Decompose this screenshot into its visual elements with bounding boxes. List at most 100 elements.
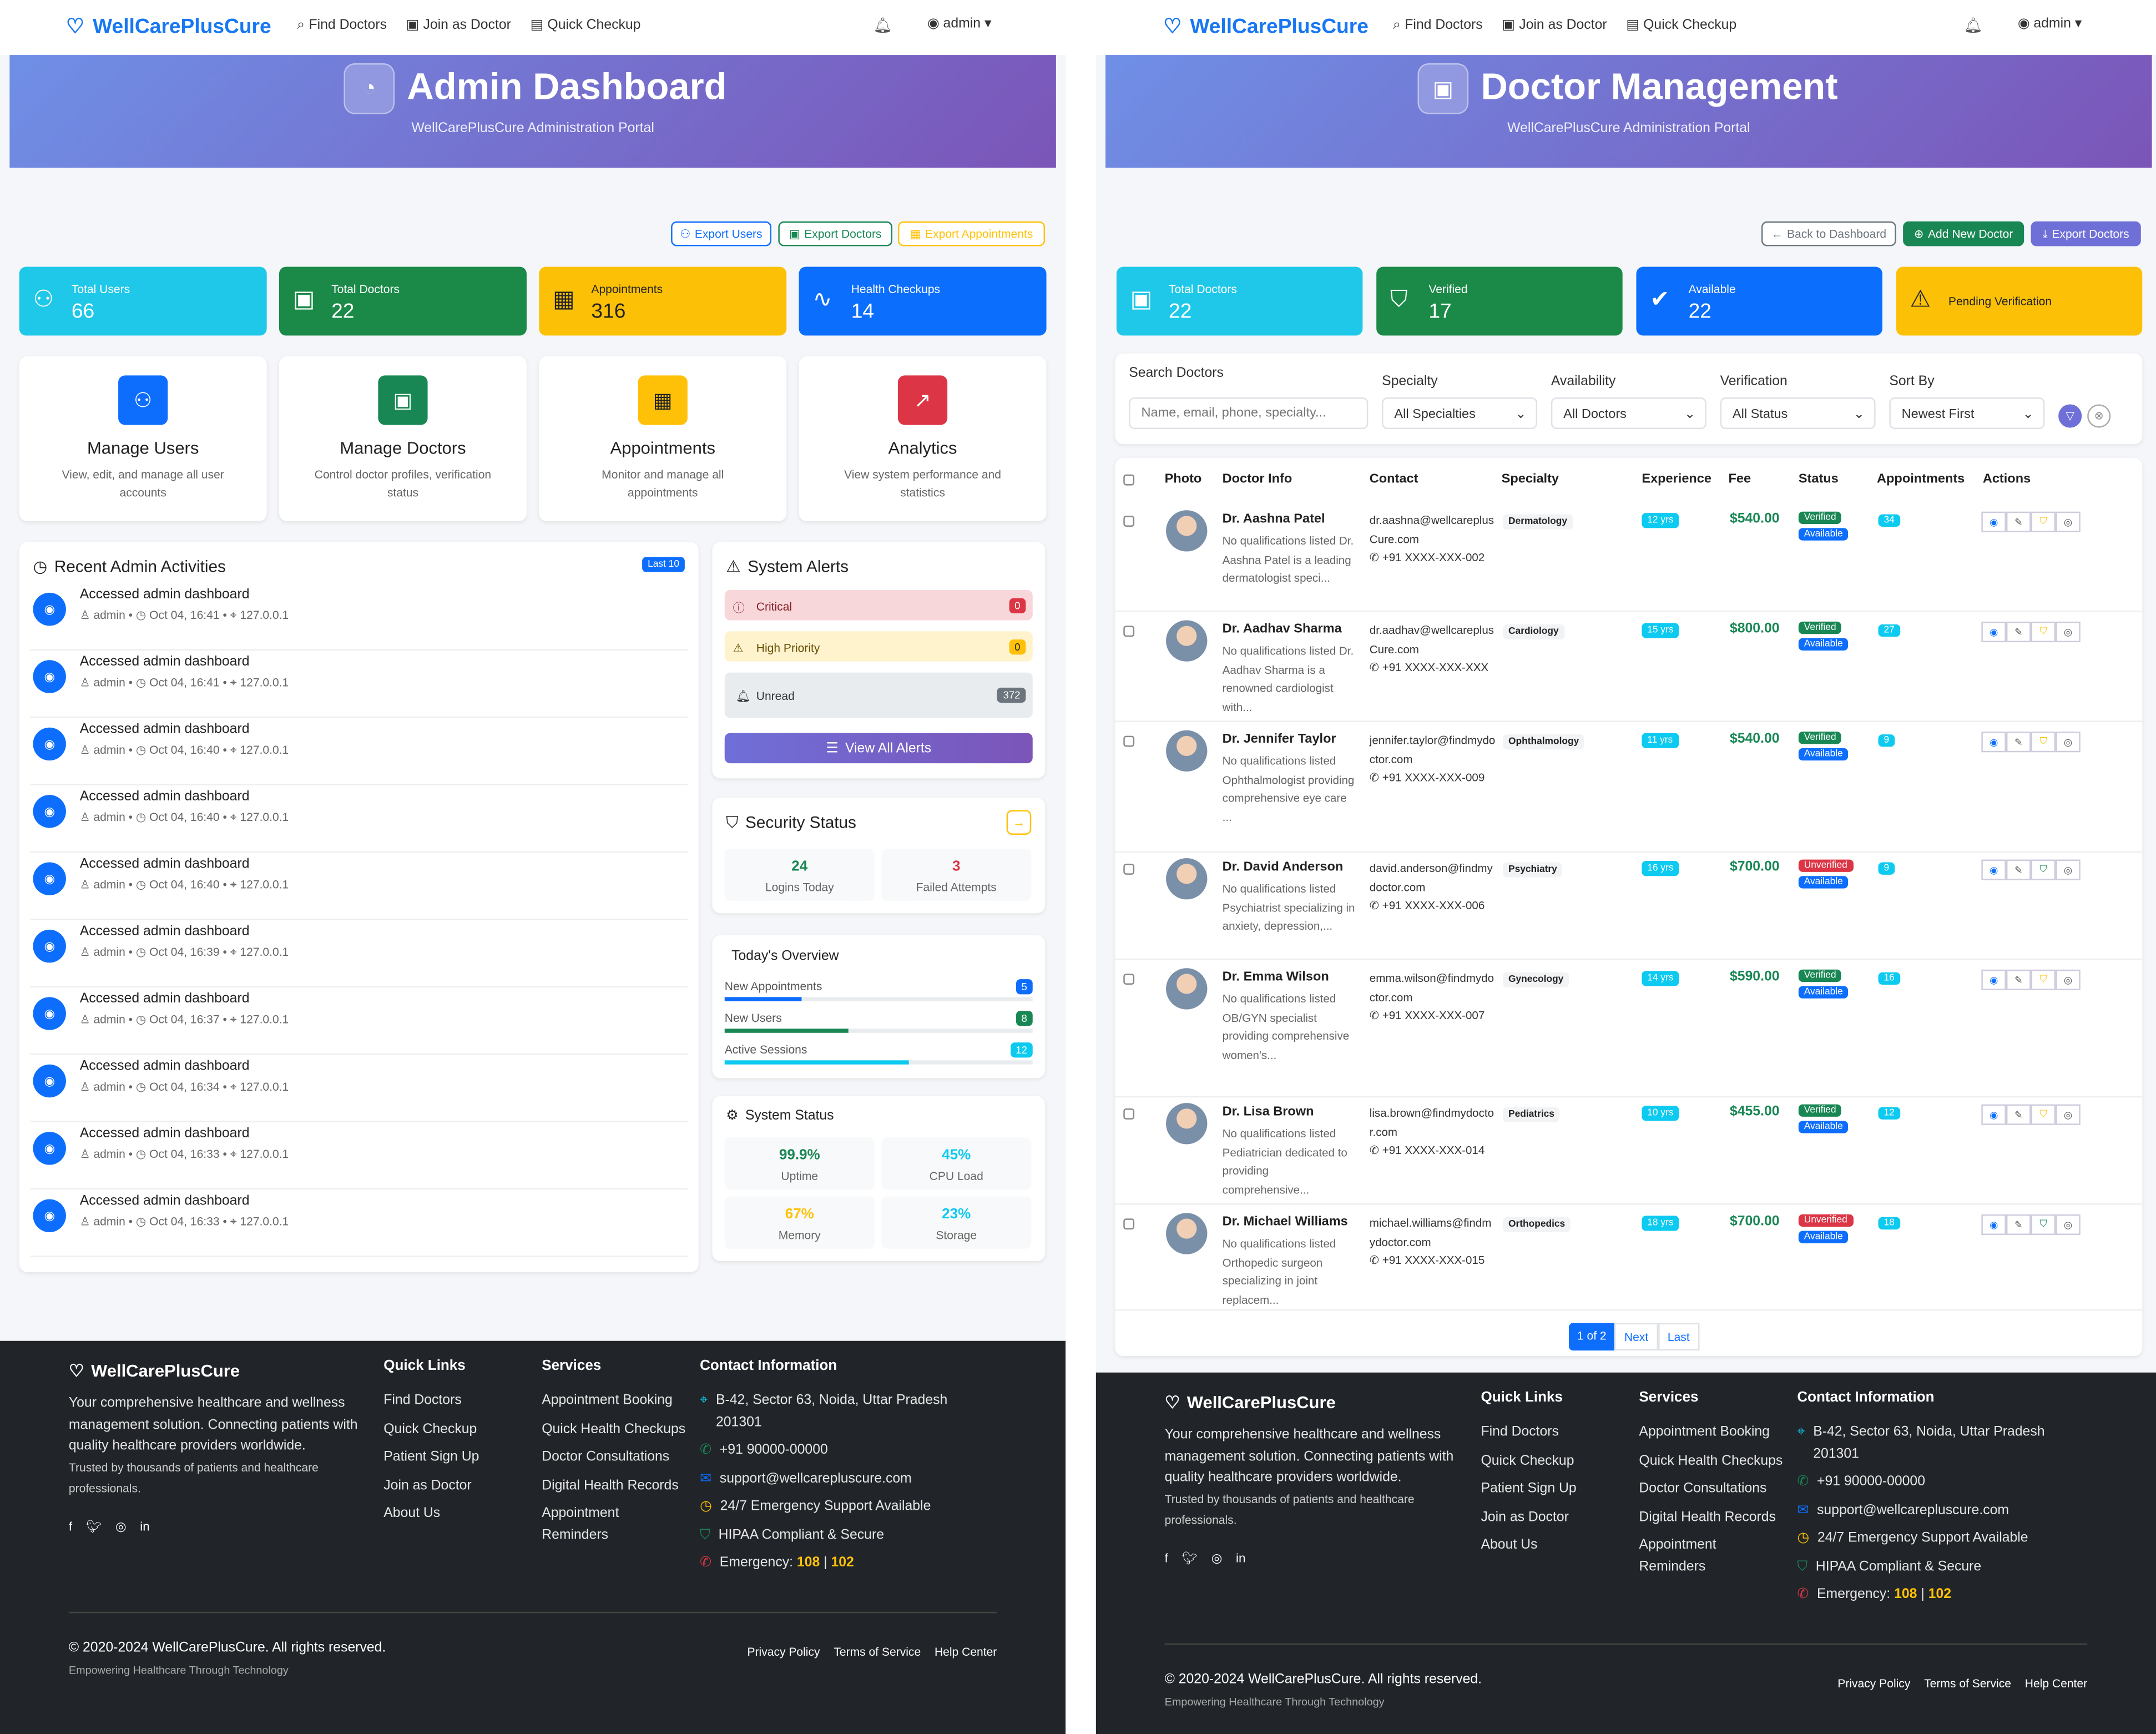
footer-brand[interactable]: ♡ WellCarePlusCure bbox=[69, 1360, 240, 1381]
linkedin-icon[interactable]: in bbox=[140, 1520, 149, 1535]
help-center-link[interactable]: Help Center bbox=[935, 1645, 997, 1659]
footer-link[interactable]: Digital Health Records bbox=[542, 1475, 686, 1496]
view-eye-icon[interactable]: ◉ bbox=[1981, 969, 2006, 990]
shield-icon[interactable]: ⛉ bbox=[2031, 969, 2056, 990]
terms-link[interactable]: Terms of Service bbox=[1924, 1676, 2011, 1690]
footer-link[interactable]: Digital Health Records bbox=[1639, 1506, 1783, 1528]
instagram-icon[interactable]: ◎ bbox=[1211, 1551, 1222, 1566]
page-last[interactable]: Last bbox=[1658, 1323, 1700, 1351]
help-center-link[interactable]: Help Center bbox=[2025, 1676, 2087, 1690]
shield-icon[interactable]: ⛉ bbox=[2031, 621, 2056, 643]
footer-link[interactable]: Find Doctors bbox=[383, 1390, 528, 1412]
nav-join-as-doctor[interactable]: ▣ Join as Doctor bbox=[1502, 18, 1607, 33]
doctor-name[interactable]: Dr. Aadhav Sharma bbox=[1223, 622, 1342, 637]
footer-link[interactable]: About Us bbox=[383, 1503, 528, 1524]
view-eye-icon[interactable]: ◉ bbox=[1981, 621, 2006, 643]
instagram-icon[interactable]: ◎ bbox=[115, 1520, 126, 1535]
edit-pencil-icon[interactable]: ✎ bbox=[2006, 732, 2031, 753]
view-eye-icon[interactable]: ◉ bbox=[1981, 859, 2006, 880]
edit-pencil-icon[interactable]: ✎ bbox=[2006, 859, 2031, 880]
toggle-icon[interactable]: ◎ bbox=[2056, 1214, 2081, 1235]
footer-brand[interactable]: ♡ WellCarePlusCure bbox=[1165, 1392, 1336, 1413]
high-priority-alerts-row[interactable]: ⚠ High Priority 0 bbox=[724, 631, 1033, 662]
nav-quick-checkup[interactable]: ▤ Quick Checkup bbox=[1626, 18, 1736, 33]
arrow-right-icon[interactable]: → bbox=[1006, 810, 1032, 835]
export-doctors-button[interactable]: ⤓ Export Doctors bbox=[2031, 221, 2141, 246]
add-new-doctor-button[interactable]: ⊕ Add New Doctor bbox=[1903, 221, 2024, 246]
row-checkbox[interactable] bbox=[1123, 626, 1135, 637]
toggle-icon[interactable]: ◎ bbox=[2056, 732, 2081, 753]
footer-link[interactable]: Quick Checkup bbox=[383, 1419, 528, 1440]
doctor-name[interactable]: Dr. Lisa Brown bbox=[1223, 1105, 1314, 1120]
manage-users-card[interactable]: ⚇ Manage Users View, edit, and manage all … bbox=[19, 356, 267, 522]
sort-select[interactable]: Newest First ⌄ bbox=[1889, 397, 2045, 430]
filter-icon[interactable]: ▽ bbox=[2058, 404, 2082, 428]
appointments-card[interactable]: ▦ Appointments Monitor and manage all appo… bbox=[539, 356, 787, 522]
view-eye-icon[interactable]: ◉ bbox=[1981, 1214, 2006, 1235]
verification-select[interactable]: All Status ⌄ bbox=[1720, 397, 1876, 430]
availability-select[interactable]: All Doctors ⌄ bbox=[1551, 397, 1706, 430]
shield-icon[interactable]: ⛉ bbox=[2031, 1104, 2056, 1125]
manage-doctors-card[interactable]: ▣ Manage Doctors Control doctor profiles, … bbox=[279, 356, 527, 522]
doctor-name[interactable]: Dr. David Anderson bbox=[1223, 860, 1344, 875]
footer-link[interactable]: Patient Sign Up bbox=[383, 1447, 528, 1468]
toggle-icon[interactable]: ◎ bbox=[2056, 859, 2081, 880]
export-users-button[interactable]: ⚇ Export Users bbox=[671, 221, 771, 246]
footer-link[interactable]: Quick Checkup bbox=[1481, 1450, 1625, 1471]
toggle-icon[interactable]: ◎ bbox=[2056, 511, 2081, 532]
twitter-icon[interactable]: 🐦︎ bbox=[1182, 1551, 1198, 1566]
footer-link[interactable]: Doctor Consultations bbox=[542, 1447, 686, 1468]
footer-link[interactable]: Join as Doctor bbox=[1481, 1506, 1625, 1528]
critical-alerts-row[interactable]: ⓘ Critical 0 bbox=[724, 589, 1033, 621]
row-checkbox[interactable] bbox=[1123, 735, 1135, 747]
footer-link[interactable]: Find Doctors bbox=[1481, 1422, 1625, 1443]
view-all-alerts-button[interactable]: ☰ View All Alerts bbox=[724, 733, 1033, 764]
toggle-icon[interactable]: ◎ bbox=[2056, 1104, 2081, 1125]
terms-link[interactable]: Terms of Service bbox=[834, 1645, 921, 1659]
unread-alerts-row[interactable]: 🔔︎ Unread 372 bbox=[724, 672, 1033, 718]
edit-pencil-icon[interactable]: ✎ bbox=[2006, 969, 2031, 990]
nav-join-as-doctor[interactable]: ▣ Join as Doctor bbox=[406, 18, 511, 33]
search-input[interactable] bbox=[1129, 397, 1369, 430]
footer-link[interactable]: Quick Health Checkups bbox=[1639, 1450, 1783, 1471]
shield-icon[interactable]: ⛉ bbox=[2031, 511, 2056, 532]
doctor-name[interactable]: Dr. Michael Williams bbox=[1223, 1214, 1348, 1229]
view-eye-icon[interactable]: ◉ bbox=[1981, 732, 2006, 753]
clear-filter-icon[interactable]: ⊗ bbox=[2087, 404, 2111, 428]
footer-link[interactable]: Appointment Reminders bbox=[542, 1503, 686, 1546]
twitter-icon[interactable]: 🐦︎ bbox=[86, 1520, 102, 1535]
shield-icon[interactable]: ⛉ bbox=[2031, 732, 2056, 753]
row-checkbox[interactable] bbox=[1123, 516, 1135, 527]
shield-icon[interactable]: ⛉ bbox=[2031, 859, 2056, 880]
user-menu[interactable]: ◉ admin ▾ bbox=[927, 17, 991, 32]
edit-pencil-icon[interactable]: ✎ bbox=[2006, 1104, 2031, 1125]
toggle-icon[interactable]: ◎ bbox=[2056, 621, 2081, 643]
privacy-policy-link[interactable]: Privacy Policy bbox=[1837, 1676, 1910, 1690]
nav-find-doctors[interactable]: ⌕ Find Doctors bbox=[297, 18, 387, 33]
facebook-icon[interactable]: f bbox=[69, 1520, 72, 1535]
nav-quick-checkup[interactable]: ▤ Quick Checkup bbox=[531, 18, 641, 33]
row-checkbox[interactable] bbox=[1123, 863, 1135, 875]
export-doctors-button[interactable]: ▣ Export Doctors bbox=[778, 221, 893, 246]
linkedin-icon[interactable]: in bbox=[1236, 1551, 1245, 1566]
shield-icon[interactable]: ⛉ bbox=[2031, 1214, 2056, 1235]
footer-link[interactable]: Appointment Reminders bbox=[1639, 1535, 1783, 1577]
privacy-policy-link[interactable]: Privacy Policy bbox=[747, 1645, 820, 1659]
view-eye-icon[interactable]: ◉ bbox=[1981, 1104, 2006, 1125]
export-appointments-button[interactable]: ▦ Export Appointments bbox=[897, 221, 1046, 246]
specialty-select[interactable]: All Specialties ⌄ bbox=[1382, 397, 1538, 430]
toggle-icon[interactable]: ◎ bbox=[2056, 969, 2081, 990]
footer-link[interactable]: Doctor Consultations bbox=[1639, 1479, 1783, 1500]
doctor-name[interactable]: Dr. Emma Wilson bbox=[1223, 970, 1329, 985]
facebook-icon[interactable]: f bbox=[1165, 1551, 1168, 1566]
edit-pencil-icon[interactable]: ✎ bbox=[2006, 511, 2031, 532]
user-menu[interactable]: ◉ admin ▾ bbox=[2018, 17, 2082, 32]
footer-link[interactable]: Appointment Booking bbox=[1639, 1422, 1783, 1443]
edit-pencil-icon[interactable]: ✎ bbox=[2006, 1214, 2031, 1235]
row-checkbox[interactable] bbox=[1123, 1108, 1135, 1120]
row-checkbox[interactable] bbox=[1123, 974, 1135, 985]
footer-link[interactable]: Quick Health Checkups bbox=[542, 1419, 686, 1440]
analytics-card[interactable]: ↗ Analytics View system performance and st… bbox=[799, 356, 1047, 522]
view-eye-icon[interactable]: ◉ bbox=[1981, 511, 2006, 532]
footer-link[interactable]: Patient Sign Up bbox=[1481, 1479, 1625, 1500]
